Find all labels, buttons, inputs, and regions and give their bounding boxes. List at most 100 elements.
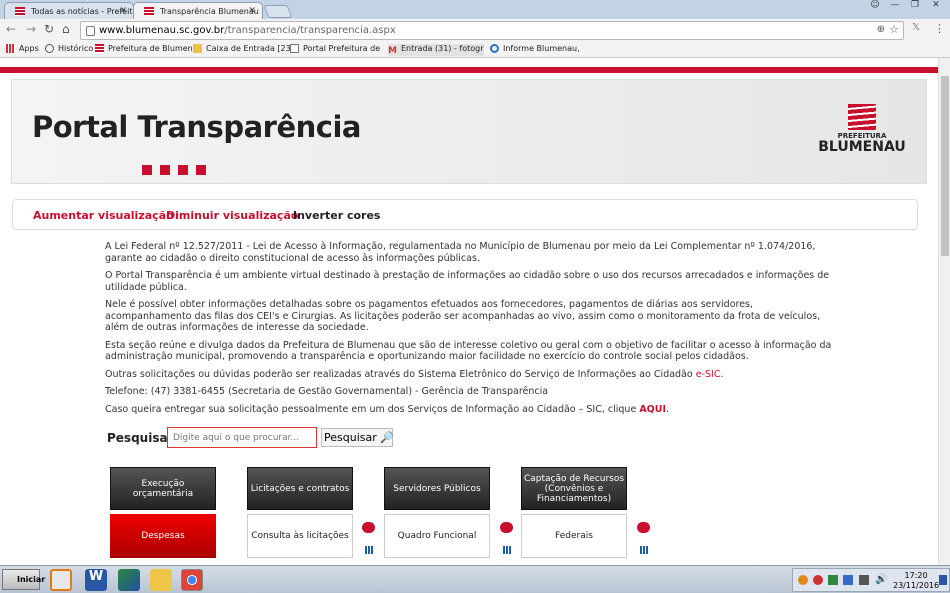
category-licitacoes[interactable]: Licitações e contratos bbox=[247, 467, 353, 510]
browser-toolbar: ← → ↻ ⌂ www.blumenau.sc.gov.br/transpare… bbox=[0, 19, 950, 41]
tray-app-icon[interactable] bbox=[798, 575, 808, 585]
tab-transparencia[interactable]: Transparência Blumenau - ✕ bbox=[133, 2, 263, 19]
quadro-funcional-button[interactable]: Quadro Funcional bbox=[384, 514, 490, 558]
close-icon[interactable]: ✕ bbox=[248, 6, 256, 16]
esic-link[interactable]: e-SIC bbox=[696, 369, 721, 380]
network-icon[interactable] bbox=[828, 575, 838, 585]
increase-zoom-link[interactable]: Aumentar visualização bbox=[33, 209, 174, 222]
page-icon bbox=[86, 26, 95, 36]
category-execucao[interactable]: Execução orçamentária bbox=[110, 467, 216, 510]
invert-colors-link[interactable]: Inverter cores bbox=[293, 209, 380, 222]
chart-icon[interactable] bbox=[503, 546, 511, 554]
volume-icon[interactable]: 🔊 bbox=[875, 574, 887, 585]
clock-date: 23/11/2016 bbox=[893, 581, 940, 590]
close-window-button[interactable]: ✕ bbox=[926, 0, 946, 14]
forward-icon[interactable]: → bbox=[26, 22, 36, 36]
url-path: /transparencia/transparencia.aspx bbox=[224, 25, 396, 36]
new-tab-button[interactable] bbox=[263, 5, 293, 18]
bookmark-historico[interactable]: Histórico bbox=[45, 44, 93, 53]
accessibility-bar: Aumentar visualização Diminuir visualiza… bbox=[12, 199, 918, 230]
bookmark-gmail[interactable]: M Entrada (31) - fotograf bbox=[388, 44, 484, 56]
chart-icon[interactable] bbox=[365, 546, 373, 554]
sub-label: Despesas bbox=[141, 531, 185, 541]
category-label: Execução orçamentária bbox=[132, 478, 194, 499]
aqui-link[interactable]: AQUI bbox=[639, 404, 666, 415]
show-desktop-icon[interactable] bbox=[939, 575, 947, 585]
phone-text: Telefone: (47) 3381-6455 (Secretaria de … bbox=[105, 386, 549, 397]
sub-label: Quadro Funcional bbox=[397, 531, 477, 541]
media-player-icon[interactable] bbox=[50, 569, 72, 591]
sub-label: Consulta às licitações bbox=[251, 531, 349, 541]
chat-icon[interactable] bbox=[500, 522, 513, 533]
bookmark-informe[interactable]: Informe Blumenau, info bbox=[490, 44, 582, 53]
decor-square bbox=[142, 165, 152, 175]
bookmark-apps[interactable]: Apps bbox=[6, 44, 39, 53]
star-icon[interactable]: ☆ bbox=[889, 23, 899, 36]
start-label: Iniciar bbox=[17, 575, 46, 584]
bookmark-prefeitura[interactable]: Prefeitura de Blumenau bbox=[95, 44, 203, 53]
search-input[interactable] bbox=[167, 427, 317, 448]
home-icon[interactable]: ⌂ bbox=[62, 22, 70, 36]
app-icon[interactable] bbox=[118, 569, 140, 591]
federais-button[interactable]: Federais bbox=[521, 514, 627, 558]
history-icon bbox=[45, 44, 54, 53]
despesas-button[interactable]: Despesas bbox=[110, 514, 216, 558]
menu-icon[interactable]: ⋮ bbox=[934, 22, 945, 35]
bookmark-label: Histórico bbox=[58, 44, 94, 53]
page-icon bbox=[290, 44, 299, 53]
folder-icon bbox=[193, 44, 202, 53]
chrome-icon[interactable] bbox=[181, 569, 203, 591]
chart-icon[interactable] bbox=[640, 546, 648, 554]
tab-all-news[interactable]: Todas as notícias - Prefeit ✕ bbox=[4, 2, 134, 19]
windows-taskbar: Iniciar W 🔊 17:20 23/11/2016 bbox=[0, 565, 950, 593]
extension-icon[interactable]: 𝕏 bbox=[912, 22, 920, 33]
zoom-icon[interactable]: ⊕ bbox=[877, 24, 885, 35]
bookmark-label: Entrada (31) - fotograf bbox=[401, 44, 484, 53]
bookmark-label: Informe Blumenau, info bbox=[503, 44, 582, 53]
decor-square bbox=[178, 165, 188, 175]
search-button[interactable]: Pesquisar 🔎 bbox=[321, 428, 394, 447]
back-icon[interactable]: ← bbox=[6, 22, 16, 36]
scroll-thumb[interactable] bbox=[941, 76, 949, 256]
antivirus-icon[interactable] bbox=[813, 575, 823, 585]
bookmark-portal[interactable]: Portal Prefeitura de Blu bbox=[290, 44, 382, 53]
prefeitura-logo[interactable]: PREFEITURA BLUMENAU bbox=[817, 104, 907, 164]
esic-text: Outras solicitações ou dúvidas poderão s… bbox=[105, 368, 693, 380]
paragraph: Nele é possível obter informações detalh… bbox=[105, 299, 821, 333]
maximize-button[interactable]: ❐ bbox=[906, 0, 924, 14]
decor-square bbox=[160, 165, 170, 175]
prefeitura-icon bbox=[144, 7, 154, 16]
decrease-zoom-link[interactable]: Diminuir visualização bbox=[166, 209, 298, 222]
search-engine-icon bbox=[490, 44, 499, 53]
minimize-button[interactable]: — bbox=[886, 0, 904, 14]
category-captacao[interactable]: Captação de Recursos (Convênios e Financ… bbox=[521, 467, 627, 510]
category-label: Captação de Recursos (Convênios e Financ… bbox=[523, 473, 625, 504]
folder-icon[interactable] bbox=[150, 569, 172, 591]
reload-icon[interactable]: ↻ bbox=[44, 22, 54, 36]
category-servidores[interactable]: Servidores Públicos bbox=[384, 467, 490, 510]
start-button[interactable]: Iniciar bbox=[2, 569, 45, 590]
clock[interactable]: 17:20 23/11/2016 bbox=[893, 571, 939, 591]
decor-square bbox=[196, 165, 206, 175]
word-icon[interactable]: W bbox=[85, 569, 107, 591]
category-label: Licitações e contratos bbox=[250, 483, 350, 494]
gmail-icon: M bbox=[388, 46, 397, 56]
magnifier-icon: 🔎 bbox=[380, 431, 394, 444]
bookmark-label: Portal Prefeitura de Blu bbox=[303, 44, 382, 53]
page-scrollbar[interactable] bbox=[938, 58, 950, 565]
paragraph: O Portal Transparência é um ambiente vir… bbox=[105, 270, 830, 293]
consulta-licitacoes-button[interactable]: Consulta às licitações bbox=[247, 514, 353, 558]
chat-icon[interactable] bbox=[637, 522, 650, 533]
user-icon[interactable]: ☺ bbox=[868, 0, 882, 14]
display-icon[interactable] bbox=[859, 575, 869, 585]
chat-icon[interactable] bbox=[362, 522, 375, 533]
bookmarks-bar: Apps Histórico Prefeitura de Blumenau Ca… bbox=[0, 41, 950, 58]
tab-label: Todas as notícias - Prefeit bbox=[31, 7, 133, 16]
apps-icon bbox=[6, 44, 15, 53]
address-bar[interactable]: www.blumenau.sc.gov.br/transparencia/tra… bbox=[80, 21, 904, 40]
bookmark-caixa[interactable]: Caixa de Entrada [235] bbox=[193, 44, 299, 53]
update-icon[interactable] bbox=[843, 575, 853, 585]
system-tray: 🔊 17:20 23/11/2016 bbox=[792, 568, 950, 592]
close-icon[interactable]: ✕ bbox=[119, 6, 127, 16]
bookmark-label: Caixa de Entrada [235] bbox=[206, 44, 299, 53]
